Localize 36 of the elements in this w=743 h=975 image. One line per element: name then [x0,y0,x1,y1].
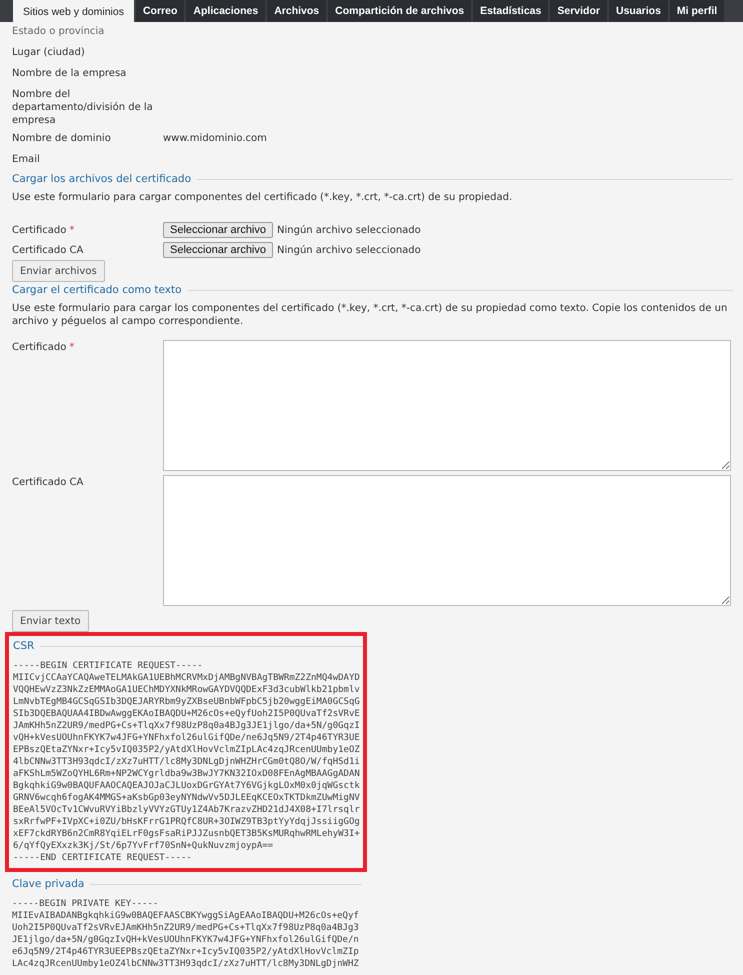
nav-tab[interactable]: Usuarios [608,0,668,22]
file-status: Ningún archivo seleccionado [277,244,421,256]
field-label: Email [12,153,41,166]
input-field[interactable] [163,475,731,606]
nav-tab[interactable]: Servidor [550,0,607,22]
field-label: Certificado * [12,341,76,353]
nav-tab[interactable]: Estadísticas [473,0,548,22]
section-title: Cargar el certificado como texto [12,284,182,296]
submit-button[interactable]: Enviar archivos [12,260,105,282]
section-title: CSR [13,640,34,652]
field-label: Estado o provincia [12,25,106,38]
submit-button[interactable]: Enviar texto [12,610,89,632]
nav-tab[interactable]: Aplicaciones [186,0,266,22]
file-select-button[interactable]: Seleccionar archivo [163,222,273,238]
description-text: Use este formulario para cargar los componentes del certificado (*.key, *.crt, *-ca.crt) de su propiedad como texto. Copie los contenidos de un archivo y péguelos al campo correspondiente. [12,302,728,328]
field-label: Nombre de dominio [12,132,112,145]
field-value: www.midominio.com [163,132,267,145]
key-text: -----BEGIN PRIVATE KEY----- MIIEvAIBADANBgkqhkiG9w0BAQEFAASCBKYwggSiAgEAAoIBAQDU+M26cOs+eQyf Uoh2I5P0QUvaTf2sVRvEJAmKHh5nZ2UR9/medPG+Cs+TlqXx7f98UzP8q0a4BJg3 JE1jlgo/da+5N/g0GqzIvQH+kVesUOUhnFKYK7w4JFG+YNFhxfol26ulGifQDe/n e6Jq5N9/2T4p46TYR3UEEPBszQEtaZYNxr+Icy5vIQ035P2/yAtdXlHovVclmZIp LAc4zqJRcenUUmby1eOZ4lbCNNw3TT3H93qdcI/zXz7uHTT/lc8My3DNLgDjnWHZ [12,898,359,970]
description-text: Use este formulario para cargar componentes del certificado (*.key, *.crt, *-ca.crt) de su propiedad. [12,191,514,204]
nav-tab[interactable]: Correo [136,0,184,22]
field-label: Lugar (ciudad) [12,46,86,59]
file-select-button[interactable]: Seleccionar archivo [163,242,273,258]
nav-tab[interactable]: Archivos [267,0,326,22]
file-status: Ningún archivo seleccionado [277,224,421,236]
input-field[interactable] [163,340,731,471]
field-label: Certificado CA [12,244,84,256]
field-label: Nombre del departamento/división de la empresa [12,88,154,127]
field-label: Certificado CA [12,476,84,488]
section-title: Clave privada [12,878,84,890]
section-title: Cargar los archivos del certificado [12,173,191,185]
field-label: Nombre de la empresa [12,67,128,80]
nav-tab[interactable]: Compartición de archivos [328,0,472,22]
field-label: Certificado * [12,224,76,236]
nav-tab[interactable]: Sitios web y dominios [13,0,134,23]
nav-tab[interactable]: Mi perfil [670,0,724,22]
key-text: -----BEGIN CERTIFICATE REQUEST----- MIICvjCCAaYCAQAweTELMAkGA1UEBhMCRVMxDjAMBgNVBAgTBWRmZ2ZnMQ4wDAYD VQQHEwVzZ3NkZzEMMAoGA1UEChMDYXNkMRowGAYDVQQDExF3d3cubWlkb21pbmlv LmNvbTEgMB4GCSqGSIb3DQEJARYRbm9yZXBseUBnbWFpbC5jb20wggEiMA0GCSqG SIb3DQEBAQUAA4IBDwAwggEKAoIBAQDU+M26cOs+eQyfUoh2I5P0QUvaTf2sVRvE JAmKHh5nZ2UR9/medPG+Cs+TlqXx7f98UzP8q0a4BJg3JE1jlgo/da+5N/g0GqzI vQH+kVesUOUhnFKYK7w4JFG+YNFhxfol26ulGifQDe/ne6Jq5N9/2T4p46TYR3UE EPBszQEtaZYNxr+Icy5vIQ035P2/yAtdXlHovVclmZIpLAc4zqJRcenUUmby1eOZ 4lbCNNw3TT3H93qdcI/zXz7uHTT/lc8My3DNLgDjnWHZHrCGm0tQ8O/W/fqHSd1i aFKShLm5WZoQYHL6Rm+NP2WCYgrldba9w3BwJY7KN32IOxD08FEnAgMBAAGgADAN BgkqhkiG9w0BAQUFAAOCAQEAJOJaCJLUoxDGrGYAt7Y6VGjkgLOxM0x0jqWGsctk GRNV6wcqh6fogAK4MMGS+aKsbGp03eyNYNdwVv5DJLEEqKCEOxTKTDkmZUwMigNV BEeAl5VOcTv1CWvuRVYiBbzlyVVYzGTUy1Z4Ab7KrazvZHD21dJ4X08+I7lrsqlr sxRrfwPF+IVpXC+i0ZU/bHsKFrrG1PRQfC8UR+3OIWZ9TB3ptYyYdqjJssiigGOg xEF7ckdRYB6n2CmR8YqiELrF0gsFsaRiPJJZusnbQET3B5KsMURqhwRMLehyW3I+ 6/qYfQyEXxzk3Kj/St/6p7YvFrf70SnN+QukNuvzmjoypA== -----END CERTIFICATE REQUEST----- [13,660,360,864]
